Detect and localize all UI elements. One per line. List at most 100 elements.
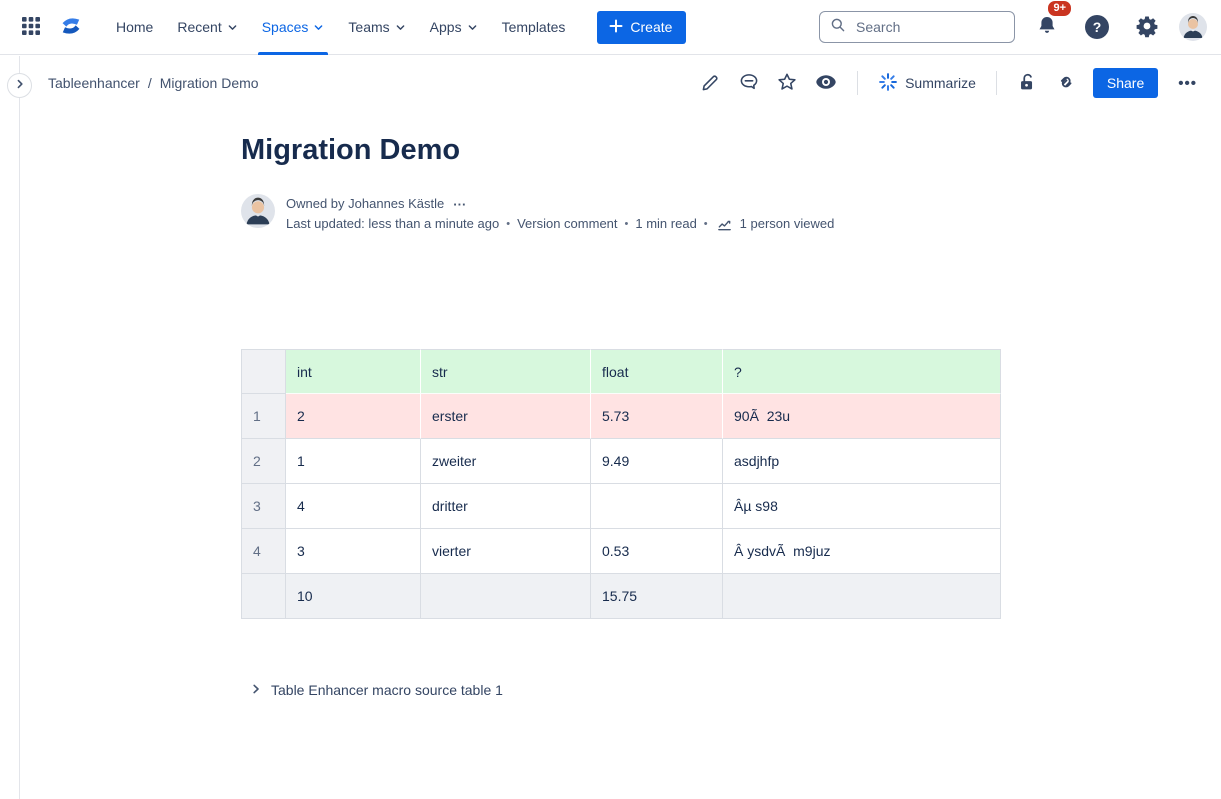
owner-more-button[interactable]: ··· bbox=[451, 197, 468, 212]
comment-icon bbox=[738, 71, 760, 96]
app-switcher-button[interactable] bbox=[14, 9, 48, 46]
chevron-right-icon bbox=[250, 682, 262, 698]
create-button-label: Create bbox=[630, 19, 672, 35]
source-table-expander[interactable]: Table Enhancer macro source table 1 bbox=[246, 678, 507, 702]
meta-separator: • bbox=[704, 214, 708, 234]
row-number: 3 bbox=[241, 484, 286, 529]
pencil-icon bbox=[700, 71, 722, 96]
settings-button[interactable] bbox=[1129, 8, 1165, 47]
notifications-button[interactable]: 9+ bbox=[1029, 8, 1065, 47]
page-actions: Summarize Share ••• bbox=[695, 65, 1205, 102]
last-updated-text: Last updated: less than a minute ago bbox=[286, 214, 499, 234]
help-button[interactable]: ? bbox=[1079, 9, 1115, 45]
star-icon bbox=[776, 71, 798, 96]
table-cell: Âµ s98 bbox=[723, 484, 1001, 529]
table-cell: asdjhfp bbox=[723, 439, 1001, 484]
gear-icon bbox=[1135, 14, 1159, 41]
nav-label: Spaces bbox=[262, 19, 309, 35]
confluence-logo[interactable] bbox=[52, 7, 90, 48]
chevron-right-icon bbox=[14, 78, 26, 93]
ai-sparkle-icon bbox=[878, 72, 898, 95]
summarize-button[interactable]: Summarize bbox=[872, 68, 982, 99]
table-cell: 3 bbox=[286, 529, 421, 574]
grid-icon bbox=[20, 15, 42, 40]
share-button[interactable]: Share bbox=[1093, 68, 1158, 98]
owned-by-text: Owned by Johannes Kästle bbox=[286, 194, 444, 214]
table-cell: 1 bbox=[286, 439, 421, 484]
expand-sidebar-button[interactable] bbox=[7, 73, 32, 98]
table-row: 3 4 dritter Âµ s98 bbox=[241, 484, 1001, 529]
page-content: Migration Demo Owned by Johannes Kästle … bbox=[241, 133, 1001, 702]
search-input[interactable] bbox=[854, 18, 1004, 36]
user-avatar[interactable] bbox=[1179, 13, 1207, 41]
watch-button[interactable] bbox=[809, 65, 843, 102]
link-icon bbox=[1054, 71, 1076, 96]
more-actions-button[interactable]: ••• bbox=[1170, 71, 1205, 96]
nav-item-teams[interactable]: Teams bbox=[338, 0, 415, 54]
table-cell: 2 bbox=[286, 394, 421, 439]
ellipsis-icon: ••• bbox=[1178, 75, 1197, 92]
column-header-str: str bbox=[421, 349, 591, 394]
nav-item-templates[interactable]: Templates bbox=[492, 0, 576, 54]
restrictions-button[interactable] bbox=[1011, 66, 1043, 101]
byline-text: Owned by Johannes Kästle ··· Last update… bbox=[286, 194, 834, 234]
copy-link-button[interactable] bbox=[1049, 66, 1081, 101]
edit-button[interactable] bbox=[695, 66, 727, 101]
nav-label: Teams bbox=[348, 19, 389, 35]
byline: Owned by Johannes Kästle ··· Last update… bbox=[241, 194, 1001, 234]
read-time-text: 1 min read bbox=[635, 214, 696, 234]
row-number: 4 bbox=[241, 529, 286, 574]
comment-button[interactable] bbox=[733, 66, 765, 101]
search-icon bbox=[830, 17, 846, 38]
expander-label: Table Enhancer macro source table 1 bbox=[271, 682, 503, 698]
nav-item-recent[interactable]: Recent bbox=[167, 0, 247, 54]
column-header-question: ? bbox=[723, 349, 1001, 394]
eye-icon bbox=[814, 70, 838, 97]
content-table: int str float ? 1 2 erster 5.73 90Ã 23u … bbox=[241, 349, 1001, 619]
chevron-down-icon bbox=[395, 22, 406, 33]
chevron-down-icon bbox=[313, 22, 324, 33]
breadcrumb-separator: / bbox=[148, 75, 152, 91]
topnav-right: 9+ ? bbox=[819, 8, 1207, 47]
table-header-row: int str float ? bbox=[241, 349, 1001, 394]
create-button[interactable]: Create bbox=[597, 11, 686, 44]
nav-label: Home bbox=[116, 19, 153, 35]
table-footer-cell: 15.75 bbox=[591, 574, 723, 619]
summarize-label: Summarize bbox=[905, 75, 976, 91]
table-cell: 4 bbox=[286, 484, 421, 529]
breadcrumb-space-link[interactable]: Tableenhancer bbox=[48, 75, 140, 91]
table-footer-cell bbox=[421, 574, 591, 619]
column-header-float: float bbox=[591, 349, 723, 394]
table-cell: dritter bbox=[421, 484, 591, 529]
notification-badge: 9+ bbox=[1046, 0, 1073, 18]
table-cell: 0.53 bbox=[591, 529, 723, 574]
row-number bbox=[241, 574, 286, 619]
table-cell: 5.73 bbox=[591, 394, 723, 439]
toolbar-divider bbox=[996, 71, 997, 95]
table-cell: erster bbox=[421, 394, 591, 439]
analytics-icon bbox=[717, 217, 732, 232]
table-cell: 9.49 bbox=[591, 439, 723, 484]
table-footer-cell: 10 bbox=[286, 574, 421, 619]
breadcrumb-page-link[interactable]: Migration Demo bbox=[160, 75, 259, 91]
unlock-icon bbox=[1016, 71, 1038, 96]
table-footer-cell bbox=[723, 574, 1001, 619]
search-box bbox=[819, 11, 1015, 43]
nav-item-spaces[interactable]: Spaces bbox=[252, 0, 335, 54]
page-toolbar: Tableenhancer / Migration Demo bbox=[0, 55, 1221, 111]
row-number: 1 bbox=[241, 394, 286, 439]
row-number: 2 bbox=[241, 439, 286, 484]
owner-avatar[interactable] bbox=[241, 194, 275, 228]
favorite-button[interactable] bbox=[771, 66, 803, 101]
top-navigation: Home Recent Spaces Teams Apps bbox=[0, 0, 1221, 55]
table-cell: zweiter bbox=[421, 439, 591, 484]
toolbar-divider bbox=[857, 71, 858, 95]
nav-item-home[interactable]: Home bbox=[106, 0, 163, 54]
table-cell: 90Ã 23u bbox=[723, 394, 1001, 439]
bell-icon bbox=[1035, 14, 1059, 41]
nav-item-apps[interactable]: Apps bbox=[420, 0, 488, 54]
table-row: 4 3 vierter 0.53 Â ysdvÃ m9juz bbox=[241, 529, 1001, 574]
corner-cell bbox=[241, 349, 286, 394]
breadcrumb: Tableenhancer / Migration Demo bbox=[48, 75, 259, 91]
nav-label: Recent bbox=[177, 19, 221, 35]
